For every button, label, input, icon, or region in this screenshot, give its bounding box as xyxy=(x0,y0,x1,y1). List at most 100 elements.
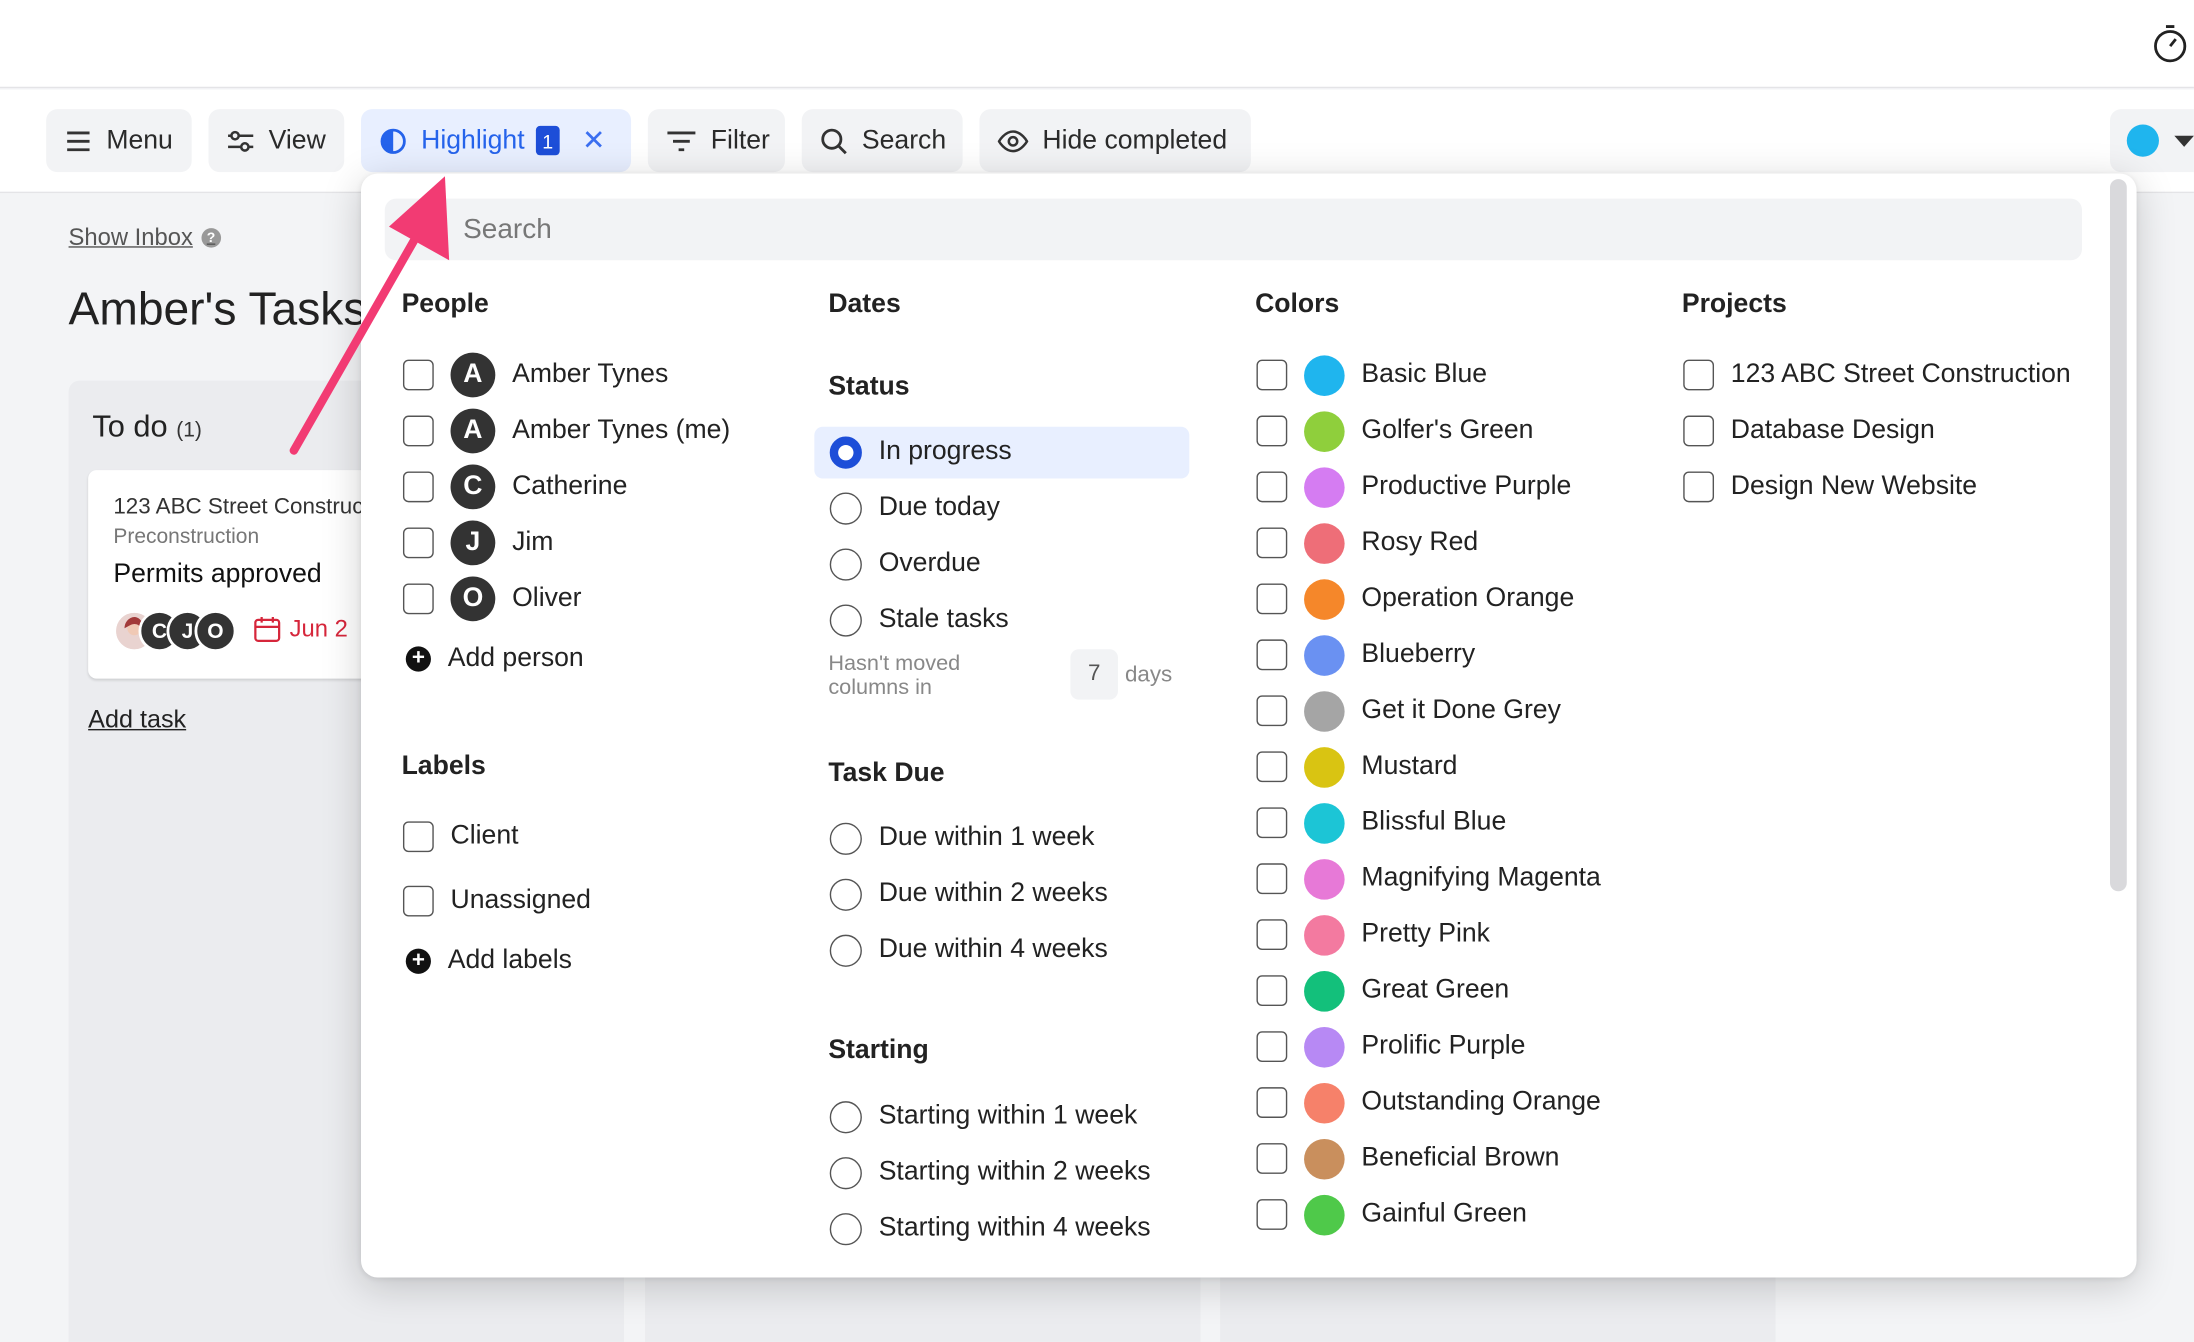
menu-button[interactable]: Menu xyxy=(46,109,192,173)
highlight-button[interactable]: Highlight 1 ✕ xyxy=(360,109,632,173)
checkbox[interactable] xyxy=(1256,1143,1288,1174)
color-item[interactable]: Beneficial Brown xyxy=(1256,1135,1559,1183)
radio-button[interactable] xyxy=(829,435,862,469)
color-item[interactable]: Gainful Green xyxy=(1256,1191,1527,1239)
avatar: O xyxy=(450,576,496,622)
clear-highlight-icon[interactable]: ✕ xyxy=(582,127,605,155)
radio-button[interactable] xyxy=(829,1156,862,1189)
checkbox[interactable] xyxy=(1256,1199,1288,1230)
checkbox[interactable] xyxy=(402,583,434,615)
checkbox[interactable] xyxy=(1256,415,1288,447)
color-item[interactable]: Blueberry xyxy=(1256,631,1475,679)
color-item[interactable]: Mustard xyxy=(1256,743,1457,791)
radio-button[interactable] xyxy=(829,1100,862,1133)
checkbox[interactable] xyxy=(1683,359,1715,391)
filter-button[interactable]: Filter xyxy=(647,109,785,173)
checkbox[interactable] xyxy=(1256,919,1288,951)
checkbox[interactable] xyxy=(402,415,434,447)
color-item[interactable]: Prolific Purple xyxy=(1256,1023,1525,1071)
add-task-link[interactable]: Add task xyxy=(88,705,186,734)
color-item[interactable]: Outstanding Orange xyxy=(1256,1079,1601,1127)
project-item[interactable]: Database Design xyxy=(1683,407,1935,455)
checkbox[interactable] xyxy=(1256,639,1288,671)
stale-days-input[interactable]: 7 xyxy=(1070,649,1118,700)
task-due-option[interactable]: Due within 1 week xyxy=(829,814,1095,862)
task-due-option-label: Due within 1 week xyxy=(878,822,1095,853)
checkbox[interactable] xyxy=(1256,695,1288,727)
project-item[interactable]: Design New Website xyxy=(1683,463,1977,511)
checkbox[interactable] xyxy=(1256,359,1288,391)
radio-button[interactable] xyxy=(829,877,862,911)
checkbox[interactable] xyxy=(402,821,434,853)
task-due-option[interactable]: Due within 2 weeks xyxy=(829,870,1108,918)
add-person-button[interactable]: + Add person xyxy=(400,635,584,683)
starting-option[interactable]: Starting within 4 weeks xyxy=(829,1205,1151,1253)
checkbox[interactable] xyxy=(1256,751,1288,783)
person-item[interactable]: J Jim xyxy=(402,519,553,567)
radio-button[interactable] xyxy=(829,491,862,525)
radio-button[interactable] xyxy=(829,1212,862,1245)
stopwatch-icon[interactable] xyxy=(2152,24,2188,63)
days-label: days xyxy=(1124,663,1173,688)
search-label: Search xyxy=(861,125,947,155)
highlight-search-input[interactable] xyxy=(384,198,2083,261)
search-button[interactable]: Search xyxy=(801,109,963,173)
color-item[interactable]: Operation Orange xyxy=(1256,575,1574,623)
view-button[interactable]: View xyxy=(208,109,345,173)
color-item[interactable]: Magnifying Magenta xyxy=(1256,855,1601,903)
checkbox[interactable] xyxy=(1256,583,1288,615)
checkbox[interactable] xyxy=(402,527,434,559)
person-item[interactable]: C Catherine xyxy=(402,463,627,511)
checkbox[interactable] xyxy=(1256,1031,1288,1062)
checkbox[interactable] xyxy=(402,885,434,917)
color-item[interactable]: Productive Purple xyxy=(1256,463,1571,511)
checkbox[interactable] xyxy=(1256,1087,1288,1118)
checkbox[interactable] xyxy=(1256,527,1288,559)
hide-completed-button[interactable]: Hide completed xyxy=(979,109,1251,173)
status-option[interactable]: Overdue xyxy=(829,540,981,588)
status-option[interactable]: In progress xyxy=(829,428,1012,476)
show-inbox-link[interactable]: Show Inbox ? xyxy=(69,224,221,252)
starting-option[interactable]: Starting within 2 weeks xyxy=(829,1149,1151,1197)
starting-option[interactable]: Starting within 1 week xyxy=(829,1093,1137,1141)
status-option[interactable]: Stale tasks xyxy=(829,596,1009,644)
color-picker-button[interactable] xyxy=(2109,109,2194,173)
label-item[interactable]: Unassigned xyxy=(402,877,591,925)
color-item[interactable]: Basic Blue xyxy=(1256,351,1487,399)
label-name: Client xyxy=(450,821,519,851)
add-labels-button[interactable]: + Add labels xyxy=(400,937,572,985)
checkbox[interactable] xyxy=(1256,863,1288,895)
scrollbar[interactable] xyxy=(2109,179,2127,892)
checkbox[interactable] xyxy=(1256,807,1288,839)
status-option[interactable]: Due today xyxy=(829,484,1000,532)
color-item[interactable]: Get it Done Grey xyxy=(1256,687,1561,735)
person-item[interactable]: O Oliver xyxy=(402,575,582,623)
color-item[interactable]: Pretty Pink xyxy=(1256,911,1490,959)
person-item[interactable]: A Amber Tynes xyxy=(402,351,668,399)
status-option-label: Due today xyxy=(878,492,1000,522)
color-swatch xyxy=(1304,802,1345,844)
color-item[interactable]: Blissful Blue xyxy=(1256,799,1506,847)
label-item[interactable]: Client xyxy=(402,813,519,861)
task-due-option[interactable]: Due within 4 weeks xyxy=(829,926,1108,974)
checkbox[interactable] xyxy=(1256,975,1288,1007)
eye-icon xyxy=(997,129,1029,152)
help-icon[interactable]: ? xyxy=(201,228,221,248)
checkbox[interactable] xyxy=(1683,415,1715,447)
radio-button[interactable] xyxy=(829,603,862,636)
checkbox[interactable] xyxy=(1256,471,1288,503)
highlight-dropdown: People A Amber Tynes A Amber Tynes (me) … xyxy=(360,173,2137,1278)
checkbox[interactable] xyxy=(402,359,434,391)
checkbox[interactable] xyxy=(1683,471,1715,503)
color-item[interactable]: Great Green xyxy=(1256,967,1509,1015)
highlight-count-badge: 1 xyxy=(535,125,560,156)
radio-button[interactable] xyxy=(829,822,862,855)
radio-button[interactable] xyxy=(829,547,862,580)
person-item[interactable]: A Amber Tynes (me) xyxy=(402,407,730,455)
project-item[interactable]: 123 ABC Street Construction xyxy=(1683,351,2071,399)
radio-button[interactable] xyxy=(829,933,862,967)
color-item[interactable]: Rosy Red xyxy=(1256,519,1478,567)
checkbox[interactable] xyxy=(402,471,434,503)
add-person-label: Add person xyxy=(447,643,584,674)
color-item[interactable]: Golfer's Green xyxy=(1256,407,1533,455)
